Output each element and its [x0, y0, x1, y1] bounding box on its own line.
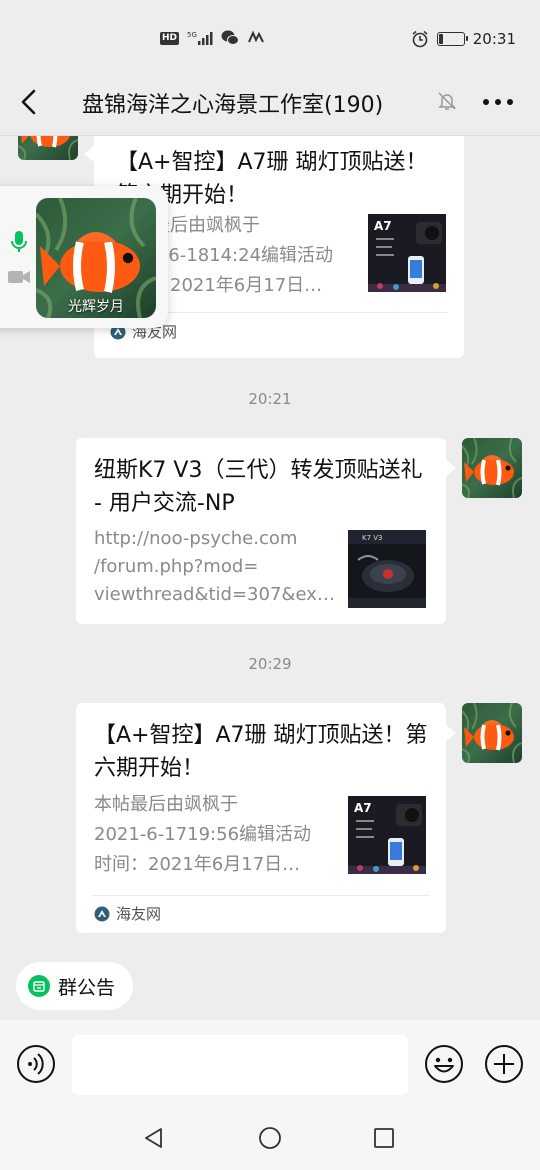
status-right: 20:31: [411, 30, 516, 48]
battery-icon: [436, 32, 468, 46]
camera-icon[interactable]: [7, 268, 31, 286]
chat-header: 盘锦海洋之心海景工作室(190): [0, 78, 540, 136]
nav-back-icon[interactable]: [142, 1126, 166, 1150]
status-bar: HD 5G 20:31: [0, 0, 540, 78]
card-source: 海友网: [94, 903, 161, 924]
svg-text:K7 V3: K7 V3: [362, 534, 383, 542]
app-notification-icon: [248, 30, 264, 43]
voice-input-button[interactable]: [16, 1044, 56, 1084]
card-desc-line: viewthread&tid=307&ex…: [94, 584, 334, 605]
card-divider: [92, 895, 430, 896]
card-desc-line: 时间：2021年6月17日…: [94, 854, 301, 875]
mute-bell-icon: [438, 92, 456, 110]
link-card-message[interactable]: 【A+智控】A7珊 瑚灯顶贴送！第六期开始！ 本帖最后由飒枫于 2021-6-1…: [76, 703, 446, 933]
a7-thumbnail-icon: A7: [348, 796, 426, 874]
floating-call-window[interactable]: 光辉岁月: [0, 186, 168, 328]
card-title: 【A+智控】A7珊 瑚灯顶贴送！第六期开始！: [94, 723, 428, 781]
system-nav-bar: [0, 1106, 540, 1170]
bubble-tail: [446, 460, 456, 476]
wechat-notification-icon: [221, 30, 240, 45]
card-desc-line: 本帖最后由飒枫于: [94, 794, 238, 815]
status-left-icons: HD 5G: [160, 30, 265, 46]
battery-level: [438, 34, 443, 44]
link-card-message[interactable]: 纽斯K7 V3（三代）转发顶贴送礼 - 用户交流-NP http://noo-p…: [76, 438, 446, 624]
card-desc-line: http://noo-psyche.com: [94, 528, 298, 549]
k7-thumbnail-icon: K7 V3: [348, 530, 426, 608]
more-functions-plus-button[interactable]: [484, 1044, 524, 1084]
nav-home-icon[interactable]: [258, 1126, 282, 1150]
emoji-button[interactable]: [424, 1044, 464, 1084]
timestamp: 20:29: [248, 655, 292, 673]
source-name: 海友网: [116, 905, 162, 923]
input-bar: [0, 1020, 540, 1106]
chat-title: 盘锦海洋之心海景工作室(190): [82, 93, 384, 118]
sender-avatar[interactable]: [18, 136, 78, 160]
haiyouwang-logo-icon: [94, 906, 110, 921]
hd-badge: HD: [160, 31, 180, 45]
svg-text:A7: A7: [354, 801, 372, 815]
back-button[interactable]: [16, 86, 44, 118]
microphone-icon[interactable]: [10, 230, 28, 254]
card-title: 纽斯K7 V3（三代）转发顶贴送礼 - 用户交流-NP: [94, 458, 423, 516]
a7-thumbnail-icon: A7: [368, 214, 446, 292]
timestamp: 20:21: [248, 390, 292, 408]
svg-text:A7: A7: [374, 219, 392, 233]
caller-preview[interactable]: 光辉岁月: [36, 198, 156, 318]
bubble-tail: [84, 146, 94, 162]
group-announcement-button[interactable]: 群公告: [16, 962, 134, 1010]
caller-name: 光辉岁月: [68, 299, 124, 315]
card-desc-line: /forum.php?mod=: [94, 556, 259, 577]
bubble-tail: [446, 725, 456, 741]
svg-text:5G: 5G: [187, 31, 197, 39]
signal-icon: 5G: [187, 31, 213, 45]
my-avatar[interactable]: [462, 438, 522, 498]
clock: 20:31: [472, 30, 516, 48]
announcement-icon: [28, 975, 50, 997]
announcement-label: 群公告: [58, 976, 116, 999]
alarm-icon: [412, 30, 428, 48]
more-options-button[interactable]: [480, 90, 516, 114]
nav-recent-apps-icon[interactable]: [372, 1126, 396, 1150]
my-avatar[interactable]: [462, 703, 522, 763]
message-input[interactable]: [72, 1035, 408, 1095]
card-desc-line: 2021-6-1719:56编辑活动: [94, 824, 312, 845]
